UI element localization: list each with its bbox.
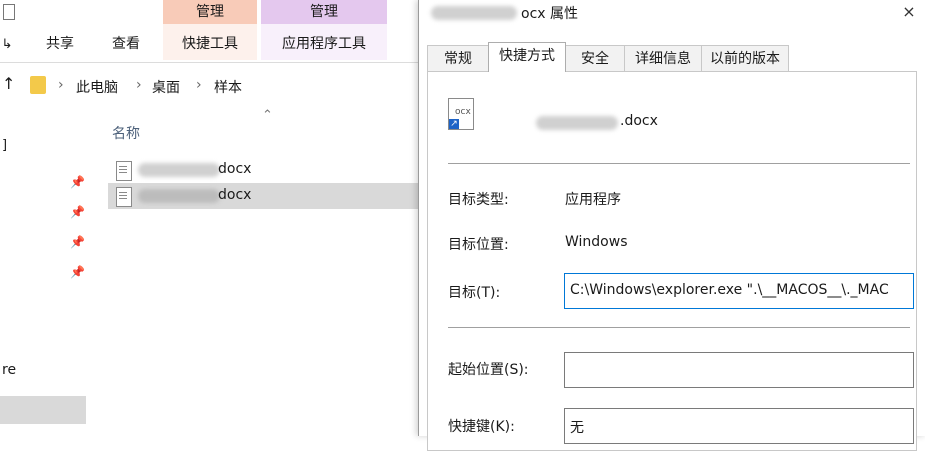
tab-general-label: 常规 <box>444 51 472 67</box>
pin-icon[interactable]: 📌 <box>70 235 85 249</box>
file-name-suffix: docx <box>218 161 252 177</box>
pin-icon[interactable]: 📌 <box>70 265 85 279</box>
start-in-label: 起始位置(S): <box>448 362 529 378</box>
nav-pane-selected-item[interactable] <box>0 396 86 424</box>
file-row-selected[interactable]: docx <box>108 183 420 209</box>
column-header-name[interactable]: 名称 <box>112 123 140 143</box>
tab-security[interactable]: 安全 <box>565 45 625 72</box>
ribbon-tab-shortcut-tools-label: 快捷工具 <box>182 36 238 52</box>
tab-shortcut[interactable]: 快捷方式 <box>488 42 566 72</box>
shortcut-arrow-icon: ↗ <box>449 119 459 129</box>
ribbon-tab-share-label: 共享 <box>46 36 74 52</box>
nav-pane-item-text[interactable]: re <box>2 362 16 378</box>
file-row[interactable]: docx <box>108 157 420 183</box>
redacted-title <box>431 6 517 20</box>
divider <box>448 163 910 164</box>
properties-dialog: ocx 属性 × 常规 快捷方式 安全 详细信息 以前的版本 ocx ↗ .do… <box>418 0 925 451</box>
divider <box>448 327 910 328</box>
shortcut-key-input-value: 无 <box>570 420 584 436</box>
sort-ascending-icon: ⌃ <box>262 108 273 123</box>
redacted-filename <box>138 189 220 203</box>
tab-general[interactable]: 常规 <box>427 45 489 72</box>
up-arrow-icon[interactable]: ↑ <box>2 74 15 93</box>
tab-shortcut-label: 快捷方式 <box>499 48 555 64</box>
tab-details[interactable]: 详细信息 <box>624 45 702 72</box>
target-type-value: 应用程序 <box>565 192 621 208</box>
target-label: 目标(T): <box>448 285 501 301</box>
tab-previous-versions[interactable]: 以前的版本 <box>701 45 789 72</box>
context-tab-manage-2[interactable]: 管理 <box>261 0 387 24</box>
shortcut-file-name: .docx <box>620 113 658 129</box>
ribbon-tab-app-tools-label: 应用程序工具 <box>282 36 366 52</box>
target-input[interactable]: C:\Windows\explorer.exe ".\__MACOS__\._M… <box>564 273 914 309</box>
ribbon-tab-app-tools[interactable]: 应用程序工具 <box>268 30 380 58</box>
target-location-label: 目标位置: <box>448 237 509 253</box>
tab-previous-versions-label: 以前的版本 <box>710 51 780 67</box>
ribbon-tab-view[interactable]: 查看 <box>100 30 152 58</box>
ribbon-tab-edge[interactable]: ↳ <box>0 30 14 58</box>
breadcrumb-separator-icon: › <box>196 77 202 93</box>
tab-details-label: 详细信息 <box>635 51 691 67</box>
pin-icon[interactable]: 📌 <box>70 205 85 219</box>
context-tab-manage-1-label: 管理 <box>196 4 224 20</box>
ribbon-tab-view-label: 查看 <box>112 36 140 52</box>
nav-pane-bracket-icon: ] <box>2 138 8 153</box>
target-type-label: 目标类型: <box>448 192 509 208</box>
breadcrumb-separator-icon: › <box>136 77 142 93</box>
ribbon-tab-share[interactable]: 共享 <box>34 30 86 58</box>
dialog-title: ocx 属性 <box>521 6 578 22</box>
breadcrumb-desktop[interactable]: 桌面 <box>152 77 180 97</box>
close-icon[interactable]: × <box>898 0 920 24</box>
document-icon <box>116 161 132 181</box>
breadcrumb-sample[interactable]: 样本 <box>214 77 242 97</box>
target-input-value: C:\Windows\explorer.exe ".\__MACOS__\._M… <box>570 282 889 298</box>
breadcrumb-this-pc[interactable]: 此电脑 <box>76 77 118 97</box>
target-location-value: Windows <box>565 234 628 250</box>
ribbon-tab-shortcut-tools[interactable]: 快捷工具 <box>168 30 252 58</box>
context-tab-manage-2-label: 管理 <box>310 4 338 20</box>
shortcut-key-label: 快捷键(K): <box>448 419 515 435</box>
folder-icon <box>30 76 46 94</box>
shortcut-tab-panel: ocx ↗ .docx 目标类型: 应用程序 目标位置: Windows 目标(… <box>427 71 917 451</box>
file-name-suffix: docx <box>218 187 252 203</box>
shortcut-file-icon: ocx ↗ <box>448 98 474 130</box>
start-in-input[interactable] <box>564 352 914 388</box>
ribbon-divider <box>0 62 420 63</box>
tab-security-label: 安全 <box>581 51 609 67</box>
breadcrumb-separator-icon: › <box>58 77 64 93</box>
redacted-filename <box>138 163 220 177</box>
address-bar[interactable]: ↑ › 此电脑 › 桌面 › 样本 <box>0 70 420 102</box>
shortcut-key-input[interactable]: 无 <box>564 408 914 444</box>
quick-access-doc-icon[interactable] <box>0 3 18 21</box>
pin-icon[interactable]: 📌 <box>70 175 85 189</box>
redacted-filename <box>536 116 618 130</box>
context-tab-manage-1[interactable]: 管理 <box>163 0 257 24</box>
shortcut-document-icon <box>116 187 132 207</box>
